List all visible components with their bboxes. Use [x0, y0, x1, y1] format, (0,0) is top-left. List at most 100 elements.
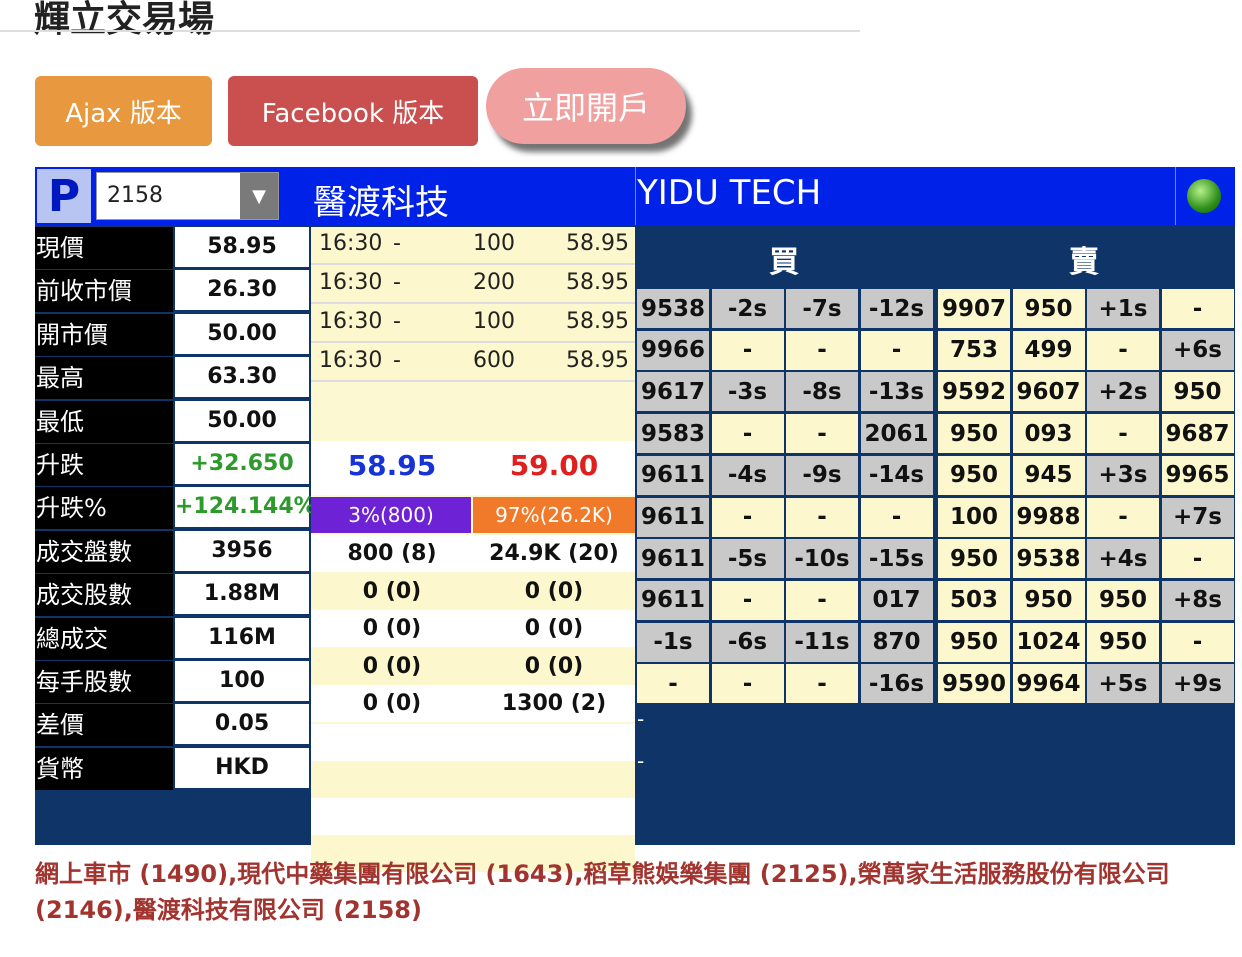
- ajax-version-button[interactable]: Ajax 版本: [35, 76, 212, 146]
- broker-cell: -: [1161, 289, 1234, 328]
- broker-cell: -: [1161, 539, 1234, 579]
- queue-ask: 0 (0): [524, 616, 584, 641]
- quote-info-row: 成交盤數 3956: [35, 530, 311, 573]
- broker-cell: 9966: [637, 330, 709, 370]
- quote-info-label: 現價: [35, 227, 173, 269]
- trade-flag: -: [393, 348, 401, 373]
- broker-cell: 9964: [1012, 664, 1085, 704]
- empty-filler-row: [311, 761, 635, 798]
- trade-qty: 100: [473, 309, 515, 334]
- quote-info-row: 最低 50.00: [35, 400, 311, 443]
- quote-info-row: 升跌 +32.650: [35, 444, 311, 486]
- broker-cell: 9607: [1012, 372, 1085, 412]
- broker-cell: -: [786, 664, 858, 704]
- broker-cell: 093: [1012, 414, 1085, 454]
- broker-cell: 9611: [637, 455, 709, 495]
- header-divider: [635, 167, 636, 225]
- broker-cell: 950: [938, 539, 1010, 579]
- broker-cell: -13s: [860, 372, 933, 412]
- quote-info-row: 成交股數 1.88M: [35, 574, 311, 617]
- broker-cell: -: [711, 414, 784, 454]
- quote-info-row: 總成交 116M: [35, 617, 311, 660]
- broker-cell: +2s: [1087, 372, 1159, 412]
- broker-cell: -5s: [711, 539, 784, 579]
- quote-info-value: 26.30: [175, 270, 309, 311]
- quote-info-label: 最高: [35, 357, 173, 400]
- broker-cell: -: [1087, 414, 1159, 454]
- broker-cell: +1s: [1087, 289, 1159, 328]
- bid-price: 58.95: [347, 449, 437, 482]
- broker-cell: -4s: [711, 455, 784, 495]
- broker-cell: 950: [1087, 580, 1159, 620]
- quote-info-value: 63.30: [175, 357, 309, 398]
- broker-cell: -14s: [860, 455, 933, 495]
- trade-time: 16:30: [319, 270, 383, 295]
- related-stocks-footer[interactable]: 網上車市 (1490),現代中藥集團有限公司 (1643),稻草熊娛樂集團 (2…: [35, 856, 1235, 928]
- broker-cell: 1024: [1012, 622, 1085, 662]
- bid-percent-bar: 3%(800): [311, 497, 471, 533]
- broker-cell: -2s: [711, 289, 784, 328]
- quote-info-row: 開市價 50.00: [35, 313, 311, 356]
- trade-flag: -: [393, 309, 401, 334]
- broker-cell: -: [711, 664, 784, 704]
- broker-queue-header: 買 賣: [635, 227, 1235, 287]
- facebook-version-button[interactable]: Facebook 版本: [228, 76, 478, 146]
- broker-cell: 503: [938, 580, 1010, 620]
- quote-info-value: 3956: [175, 530, 309, 571]
- broker-cell: -: [786, 497, 858, 537]
- broker-cell: 950: [1161, 372, 1234, 412]
- trade-qty: 100: [473, 231, 515, 256]
- quote-info-label: 每手股數: [35, 661, 173, 703]
- broker-cell: 9611: [637, 580, 709, 620]
- order-queue-row: 0 (0) 0 (0): [311, 610, 635, 647]
- broker-cell: 2061: [860, 414, 933, 454]
- trading-board: P 2158 ▼ 醫渡科技 YIDU TECH 現價 58.95 前收市價 26.30…: [35, 167, 1235, 872]
- quote-info-value: 1.88M: [175, 574, 309, 615]
- sell-label: 賣: [1069, 245, 1099, 280]
- broker-cell: 950: [938, 414, 1010, 454]
- trade-time: 16:30: [319, 348, 383, 373]
- queue-ask: 0 (0): [524, 653, 584, 679]
- broker-cell: -: [786, 330, 858, 370]
- queue-bid: 0 (0): [362, 616, 422, 641]
- broker-cell: 9538: [1012, 539, 1085, 579]
- broker-cell: -16s: [860, 664, 933, 704]
- broker-cell: +7s: [1161, 497, 1234, 537]
- broker-cell: 9611: [637, 539, 709, 579]
- broker-cell: 950: [1012, 289, 1085, 328]
- page-title: 輝立交易場: [34, 0, 215, 40]
- broker-cell: 950: [1087, 622, 1159, 662]
- trade-row: 16:30- 100 58.95: [311, 305, 635, 343]
- quote-info-value: 116M: [175, 617, 309, 658]
- trade-row: 16:30- 200 58.95: [311, 266, 635, 304]
- trade-panel: 58.95 59.00 3%(800) 97%(26.2K) 16:30-100…: [311, 227, 635, 872]
- stock-code-value: 2158: [107, 183, 163, 208]
- open-account-button[interactable]: 立即開戶: [486, 68, 686, 144]
- broker-cell: 9965: [1161, 455, 1234, 495]
- broker-cell: -: [711, 580, 784, 620]
- quote-info-value: 50.00: [175, 400, 309, 441]
- quote-info-value: 50.00: [175, 313, 309, 354]
- broker-cell: 9617: [637, 372, 709, 412]
- broker-cell: 9590: [938, 664, 1010, 704]
- green-status-light-icon: [1187, 179, 1221, 213]
- broker-cell: 9988: [1012, 497, 1085, 537]
- queue-bid: 0 (0): [362, 578, 422, 604]
- broker-cell: 950: [938, 622, 1010, 662]
- trade-qty: 200: [473, 270, 515, 295]
- broker-cell: -8s: [786, 372, 858, 412]
- order-queue-row: 0 (0) 1300 (2): [311, 685, 635, 722]
- broker-cell: 870: [860, 622, 933, 662]
- quote-info-row: 差價 0.05: [35, 704, 311, 747]
- chevron-down-icon[interactable]: ▼: [240, 173, 278, 219]
- broker-cell: -: [786, 580, 858, 620]
- broker-cell: -10s: [786, 539, 858, 579]
- broker-dash-line: -: [637, 749, 645, 773]
- broker-cell: -: [711, 497, 784, 537]
- quote-info-row: 貨幣 HKD: [35, 747, 311, 790]
- trade-row: 16:30- 100 58.95: [311, 227, 635, 265]
- broker-cell: -1s: [637, 622, 709, 662]
- trade-price: 58.95: [566, 309, 629, 334]
- stock-code-select[interactable]: 2158 ▼: [96, 172, 279, 220]
- broker-cell: 499: [1012, 330, 1085, 370]
